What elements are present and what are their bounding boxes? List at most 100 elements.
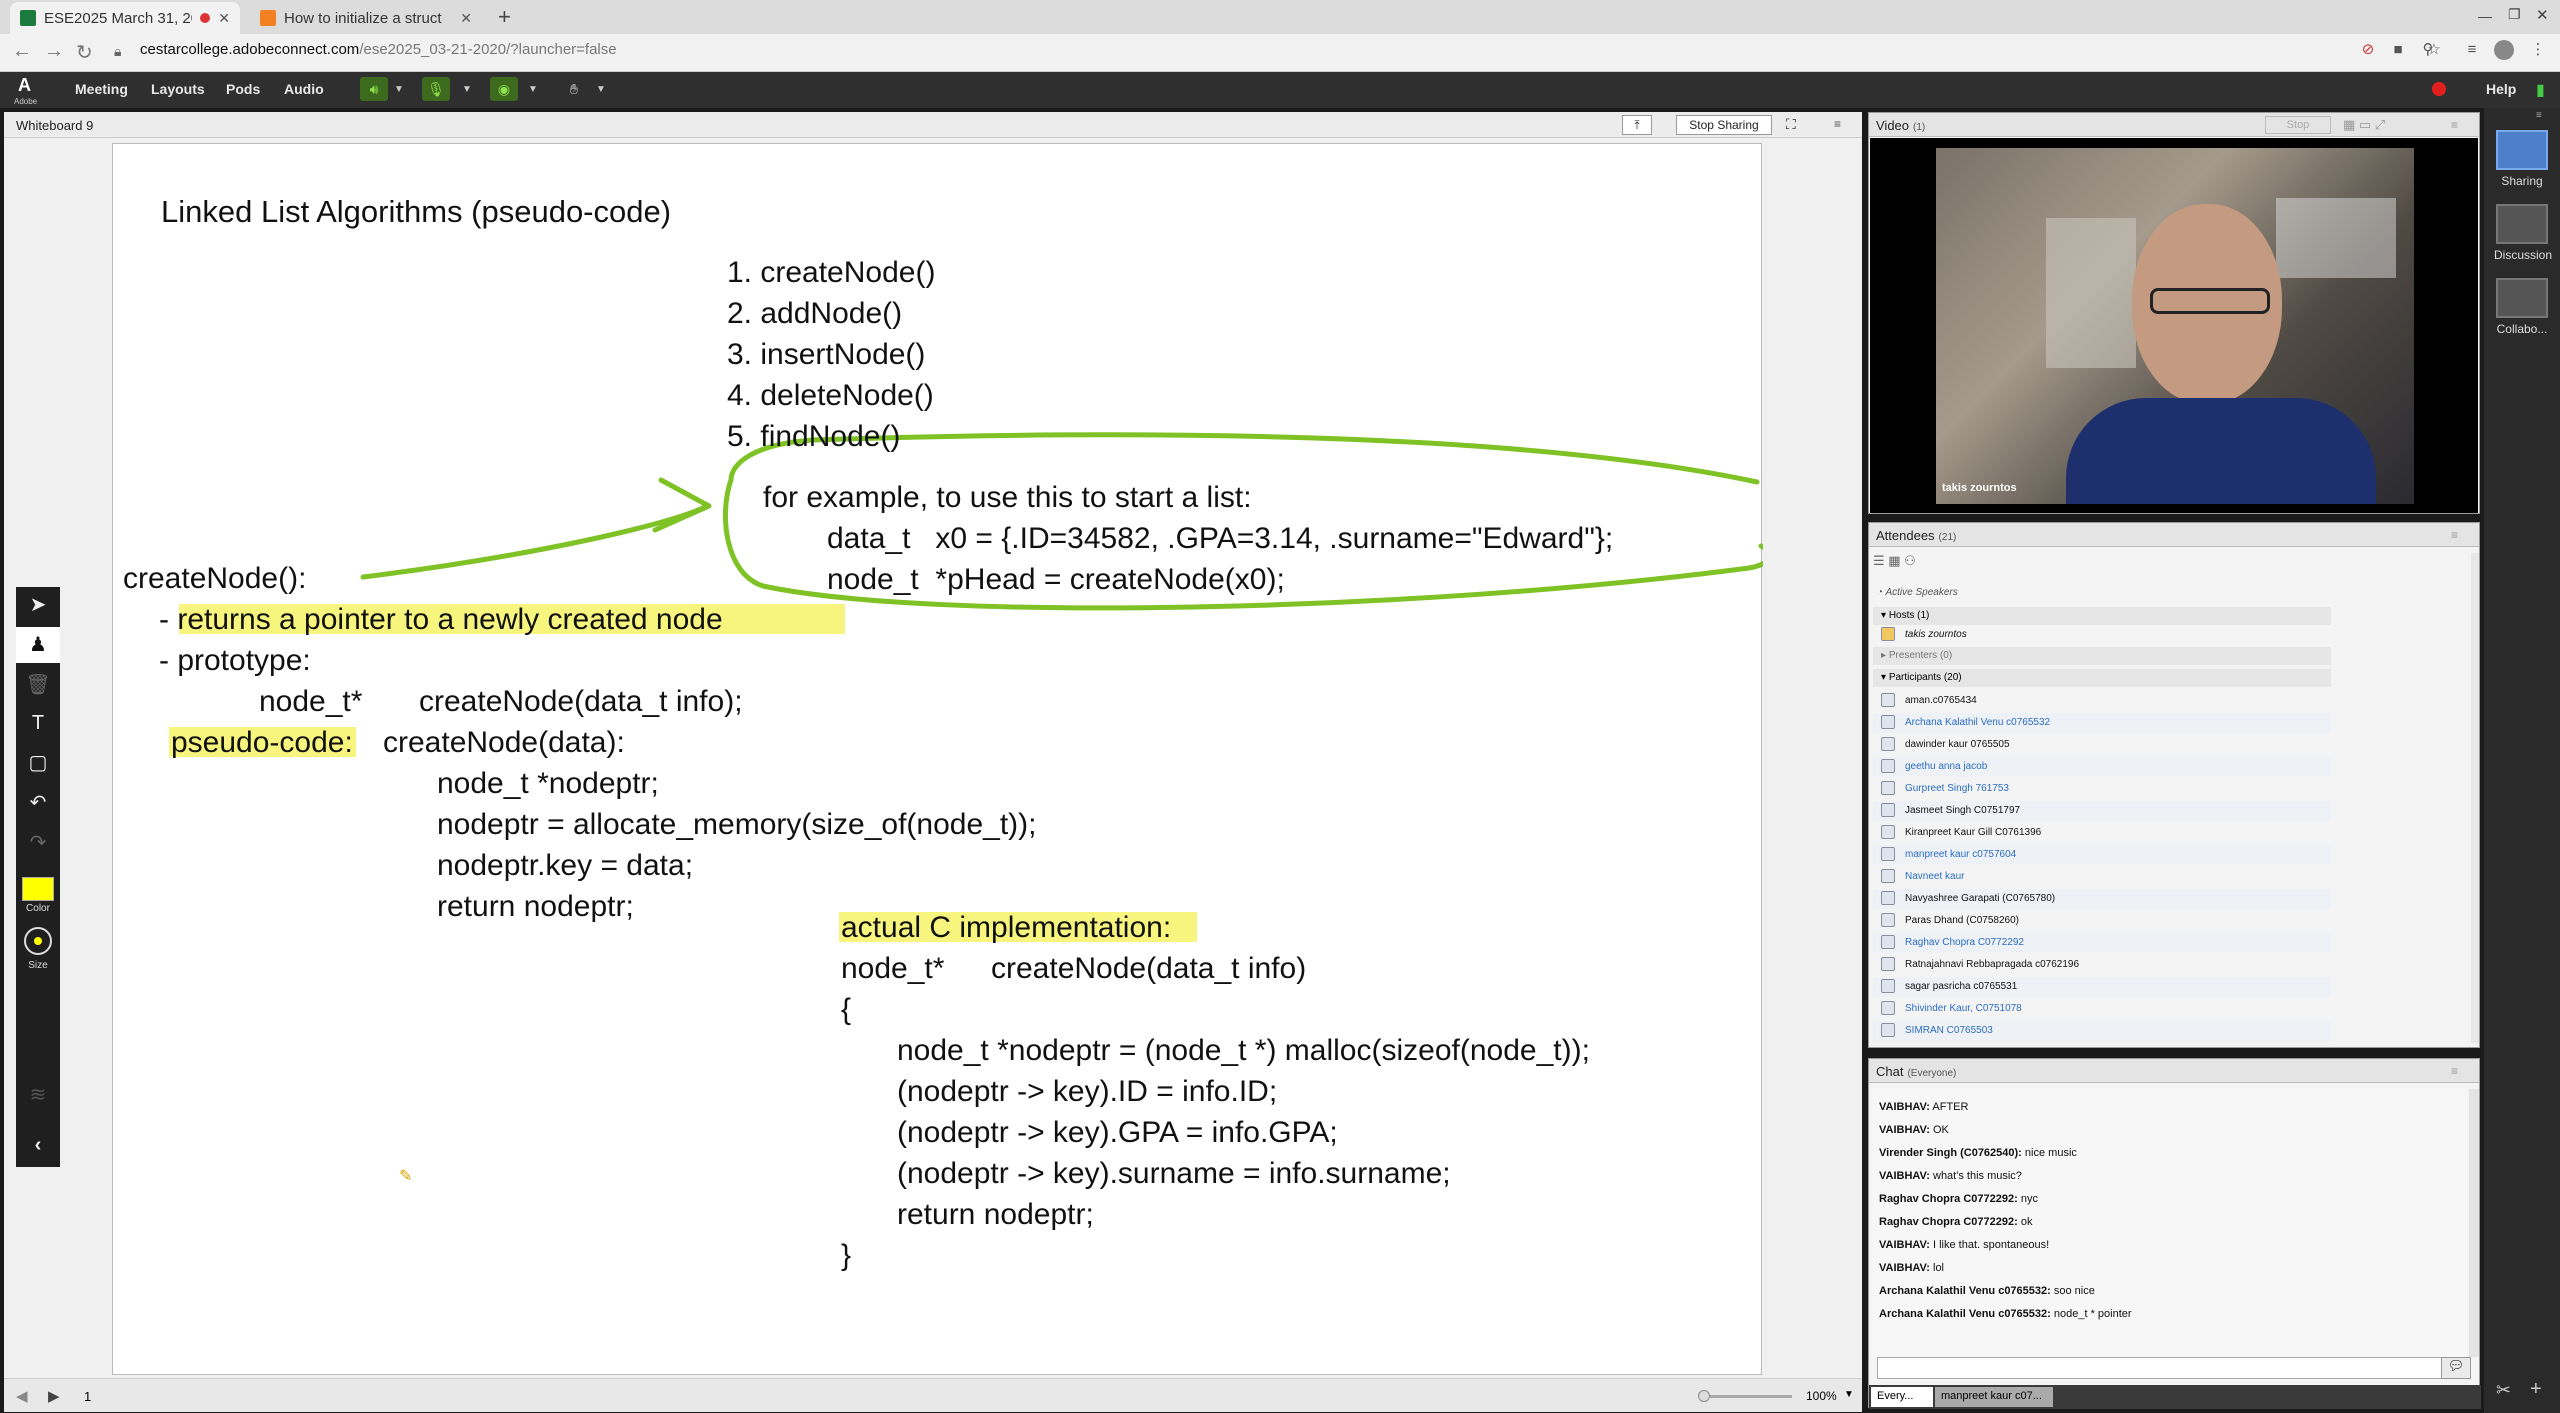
redo-icon[interactable]: ↷ (16, 825, 60, 861)
browser-tab-connect[interactable]: ESE2025 March 31, 20 ✕ (10, 2, 240, 34)
undo-icon[interactable]: ↶ (16, 785, 60, 821)
browser-tab-stackoverflow[interactable]: How to initialize a struct ✕ (250, 2, 482, 34)
pod-options-icon[interactable]: ≡ (2451, 118, 2458, 132)
status-dropdown-icon[interactable]: ▼ (596, 84, 606, 95)
presenters-header[interactable]: ▸ Presenters (0) (1873, 647, 2331, 665)
close-tab-icon[interactable]: ✕ (460, 10, 472, 27)
participant-row[interactable]: SIMRAN C0765503 (1873, 1021, 2331, 1041)
raise-hand-icon[interactable]: ✋︎ (560, 77, 588, 101)
chat-scrollbar[interactable] (2469, 1089, 2479, 1357)
participant-row[interactable]: dawinder kaur 0765505 (1873, 735, 2331, 755)
participant-row[interactable]: Archana Kalathil Venu c0765532 (1873, 713, 2331, 733)
collapse-toolbar-icon[interactable]: ‹ (16, 1127, 60, 1163)
extensions-icon[interactable]: ≡ (2464, 42, 2480, 58)
participant-row[interactable]: Jasmeet Singh C0751797 (1873, 801, 2331, 821)
browser-menu-icon[interactable]: ⋮ (2530, 42, 2546, 58)
zoom-dropdown-icon[interactable]: ▼ (1844, 1389, 1854, 1400)
sync-icon[interactable]: ⤒ (1622, 115, 1652, 135)
participant-row[interactable]: manpreet kaur c0757604 (1873, 845, 2331, 865)
participant-row[interactable]: Raghav Chopra C0772292 (1873, 933, 2331, 953)
function-item: 3. insertNode() (727, 338, 926, 371)
attendee-view-icons[interactable]: ☰ ▦ ⚇ (1873, 553, 1943, 575)
layout-collaboration[interactable]: Collabo... (2494, 278, 2550, 336)
participant-row[interactable]: sagar pasricha c0765531 (1873, 977, 2331, 997)
camera-permission-icon[interactable]: ■ (2390, 42, 2406, 58)
star-bookmark-icon[interactable]: ☆ (2426, 42, 2442, 58)
zoom-slider[interactable] (1700, 1395, 1792, 1398)
video-layout-icon[interactable]: ▦ ▭ ⤢ (2343, 117, 2385, 133)
shape-tool-icon[interactable]: ▢ (16, 745, 60, 781)
zoom-level[interactable]: 100% (1806, 1389, 1837, 1403)
chat-tab-private[interactable]: manpreet kaur c07... (1935, 1387, 2053, 1407)
active-speakers: ◔ Active Speakers (1877, 587, 1958, 598)
webcam-dropdown-icon[interactable]: ▼ (528, 84, 538, 95)
next-page-icon[interactable]: ▶ (48, 1387, 60, 1405)
participants-header[interactable]: ▾ Participants (20) (1873, 669, 2331, 687)
participant-row[interactable]: aman.c0765434 (1873, 691, 2331, 711)
send-message-icon[interactable]: 💬︎ (2441, 1357, 2471, 1379)
host-row[interactable]: takis zourntos (1873, 625, 2331, 645)
back-icon[interactable]: ← (12, 40, 32, 63)
reload-icon[interactable]: ↻ (76, 40, 93, 65)
forward-icon[interactable]: → (44, 40, 64, 63)
layout-tools-icon[interactable]: ✂ (2496, 1380, 2511, 1401)
menu-layouts[interactable]: Layouts (151, 81, 205, 97)
close-tab-icon[interactable]: ✕ (218, 10, 230, 27)
participant-icon (1881, 847, 1895, 862)
microphone-icon[interactable]: 🎙︎ (422, 77, 450, 101)
stop-video-button[interactable]: Stop (2265, 116, 2331, 134)
participant-row[interactable]: Shivinder Kaur, C0751078 (1873, 999, 2331, 1019)
text-tool-icon[interactable]: T (16, 705, 60, 741)
menu-audio[interactable]: Audio (284, 81, 324, 97)
minimize-window-icon[interactable]: — (2478, 8, 2492, 24)
color-swatch[interactable] (22, 877, 54, 901)
whiteboard-canvas[interactable]: Linked List Algorithms (pseudo-code) 1. … (112, 143, 1763, 1375)
fullscreen-icon[interactable]: ⛶ (1786, 116, 1796, 133)
participant-name: Kiranpreet Kaur Gill C0761396 (1905, 827, 2042, 838)
add-layout-icon[interactable]: + (2530, 1378, 2542, 1401)
participant-row[interactable]: Paras Dhand (C0758260) (1873, 911, 2331, 931)
layers-icon[interactable]: ≋ (16, 1077, 60, 1113)
menu-pods[interactable]: Pods (226, 81, 260, 97)
chat-tab-everyone[interactable]: Every... (1871, 1387, 1933, 1407)
lock-icon[interactable]: 🔒︎ (114, 43, 121, 60)
previous-page-icon[interactable]: ◀ (16, 1387, 28, 1405)
video-area: takis zourntos (1870, 138, 2478, 513)
blocked-popup-icon[interactable]: ⊘ (2360, 42, 2376, 58)
layouts-options-icon[interactable]: ≡ (2536, 110, 2542, 121)
delete-tool-icon[interactable]: 🗑︎ (16, 667, 60, 703)
microphone-dropdown-icon[interactable]: ▼ (462, 84, 472, 95)
participant-row[interactable]: Navyashree Garapati (C0765780) (1873, 889, 2331, 909)
layout-discussion[interactable]: Discussion (2494, 204, 2552, 262)
participant-row[interactable]: Gurpreet Singh 761753 (1873, 779, 2331, 799)
hosts-label: Hosts (1) (1888, 610, 1930, 621)
layout-sharing[interactable]: Sharing (2494, 130, 2550, 188)
url-field[interactable]: cestarcollege.adobeconnect.com/ese2025_0… (140, 41, 617, 58)
recording-indicator-icon[interactable] (2432, 82, 2446, 96)
speaker-icon[interactable]: 🔊︎ (360, 77, 388, 101)
video-count: (1) (1913, 122, 1926, 133)
participant-row[interactable]: Ratnajahnavi Rebbapragada c0762196 (1873, 955, 2331, 975)
stroke-size-icon[interactable] (24, 927, 52, 955)
pod-options-icon[interactable]: ≡ (2451, 528, 2458, 542)
close-window-icon[interactable]: ✕ (2536, 6, 2549, 24)
pod-options-icon[interactable]: ≡ (1834, 117, 1841, 131)
zoom-slider-handle[interactable] (1698, 1390, 1710, 1402)
menu-meeting[interactable]: Meeting (75, 81, 128, 97)
menu-help[interactable]: Help (2486, 81, 2516, 97)
profile-avatar[interactable] (2494, 40, 2514, 60)
marker-tool-icon[interactable]: ♟ (16, 627, 60, 663)
participant-row[interactable]: Kiranpreet Kaur Gill C0761396 (1873, 823, 2331, 843)
chat-input[interactable] (1877, 1357, 2447, 1379)
webcam-icon[interactable]: ◉ (490, 77, 518, 101)
participant-row[interactable]: geethu anna jacob (1873, 757, 2331, 777)
maximize-window-icon[interactable]: ❐ (2508, 6, 2521, 23)
participant-row[interactable]: Navneet kaur (1873, 867, 2331, 887)
stop-sharing-button[interactable]: Stop Sharing (1676, 115, 1772, 135)
speaker-dropdown-icon[interactable]: ▼ (394, 84, 404, 95)
hosts-header[interactable]: ▾ Hosts (1) (1873, 607, 2331, 625)
new-tab-icon[interactable]: + (498, 4, 511, 30)
pod-options-icon[interactable]: ≡ (2451, 1064, 2458, 1078)
selection-tool-icon[interactable]: ➤ (16, 587, 60, 623)
attendees-scrollbar[interactable] (2471, 553, 2479, 1043)
